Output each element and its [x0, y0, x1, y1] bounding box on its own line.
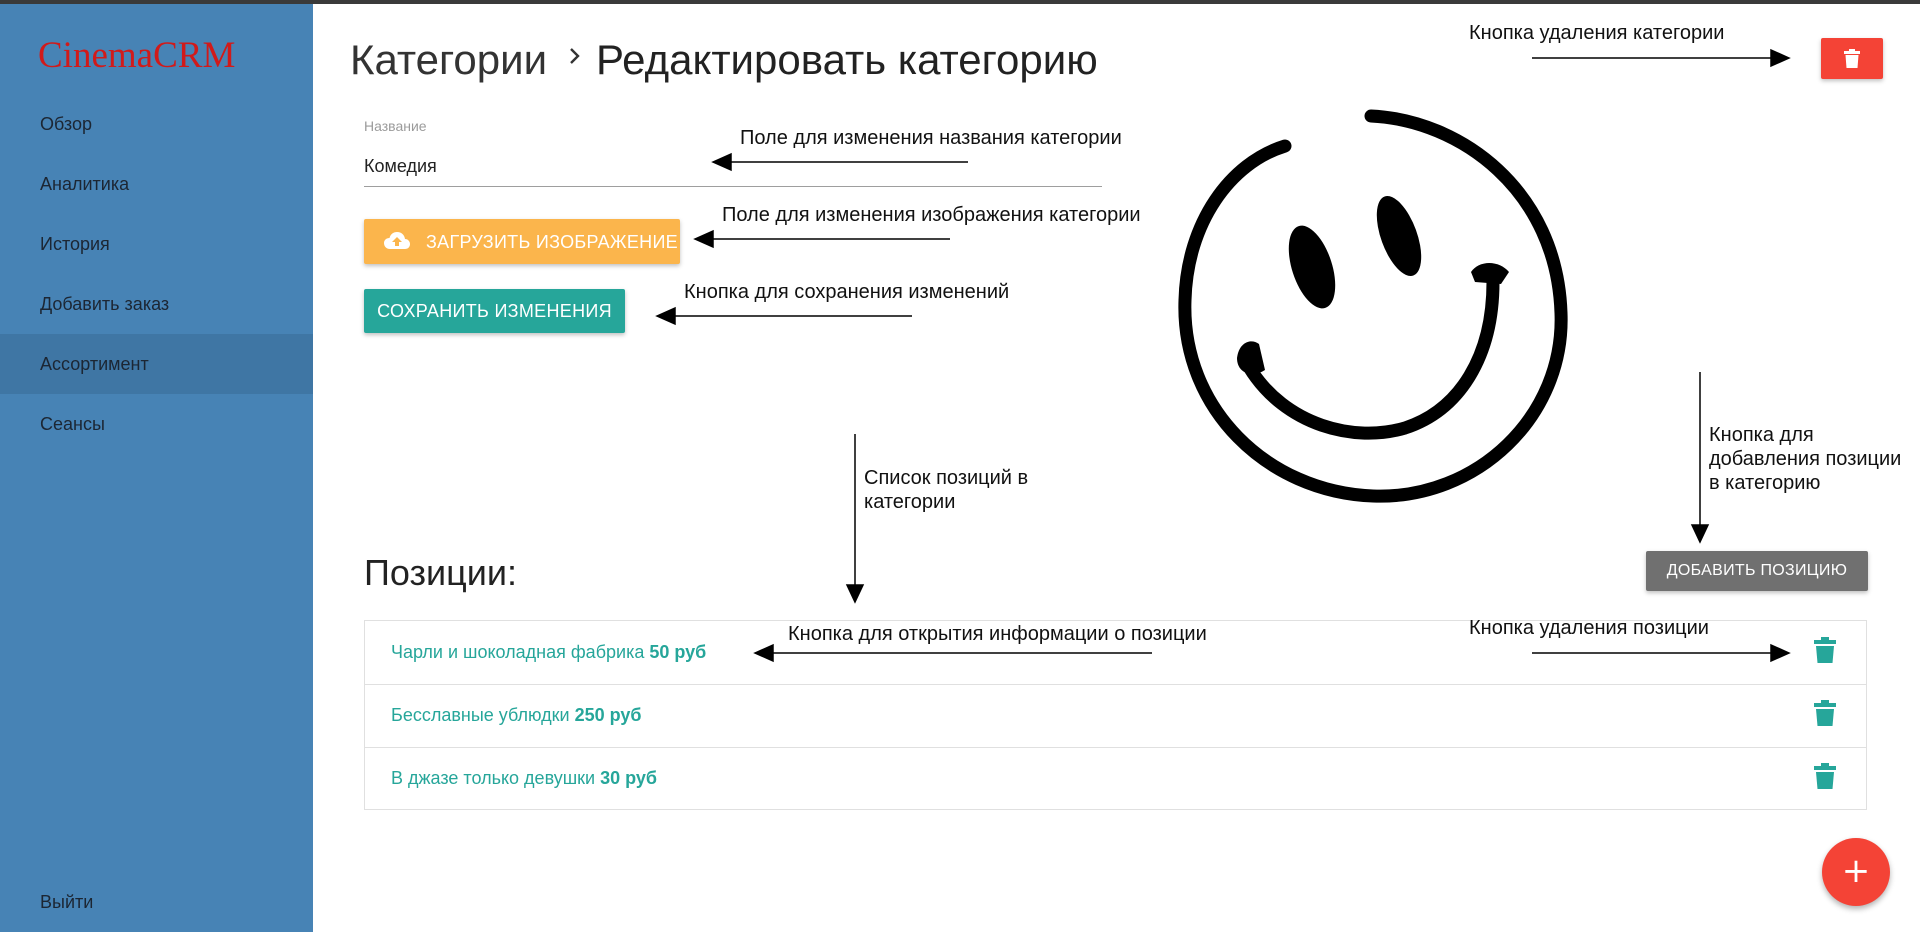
category-image — [1178, 109, 1568, 503]
chevron-right-icon — [570, 48, 580, 64]
position-name: Чарли и шоколадная фабрика — [391, 642, 645, 662]
position-link[interactable]: Чарли и шоколадная фабрика 50 руб — [391, 642, 706, 663]
sidebar-item-overview[interactable]: Обзор — [0, 94, 313, 154]
position-price: 30 руб — [600, 768, 658, 788]
logout-link[interactable]: Выйти — [40, 892, 93, 913]
positions-list: Чарли и шоколадная фабрика 50 руб Бессла… — [364, 620, 1867, 810]
annotation-delete-position: Кнопка удаления позиции — [1469, 617, 1709, 639]
positions-title: Позиции: — [364, 552, 517, 593]
position-price: 250 руб — [574, 705, 642, 725]
annotation-delete-category: Кнопка удаления категории — [1469, 22, 1725, 44]
position-name: В джазе только девушки — [391, 768, 596, 788]
delete-position-trash-icon[interactable] — [1814, 763, 1836, 789]
trash-icon — [1844, 49, 1860, 68]
annotation-add-position-line3: в категорию — [1709, 472, 1821, 494]
annotation-open-position: Кнопка для открытия информации о позиции — [788, 623, 1207, 645]
position-price: 50 руб — [649, 642, 707, 662]
delete-position-trash-icon[interactable] — [1814, 637, 1836, 663]
annotation-name-field: Поле для изменения названия категории — [740, 127, 1122, 149]
upload-image-button[interactable]: Загрузить изображение — [364, 219, 680, 264]
delete-category-button[interactable] — [1821, 38, 1883, 79]
upload-image-label: Загрузить изображение — [426, 232, 678, 252]
sidebar: CinemaCRM Обзор Аналитика История Добави… — [0, 4, 313, 932]
category-name-input[interactable] — [364, 146, 1102, 187]
breadcrumb-categories[interactable]: Категории — [350, 36, 547, 84]
save-changes-button[interactable]: Сохранить изменения — [364, 289, 625, 333]
add-position-button[interactable]: Добавить позицию — [1646, 551, 1868, 591]
annotation-add-position-line2: добавления позиции — [1709, 448, 1902, 470]
name-field-label: Название — [364, 118, 427, 134]
annotation-add-position-line1: Кнопка для — [1709, 424, 1814, 446]
page-title: Редактировать категорию — [596, 36, 1098, 83]
position-link[interactable]: В джазе только девушки 30 руб — [391, 768, 657, 789]
list-item[interactable]: Бесславные ублюдки 250 руб — [365, 684, 1866, 748]
cloud-upload-icon — [384, 232, 410, 249]
sidebar-item-analytics[interactable]: Аналитика — [0, 154, 313, 214]
annotation-image-field: Поле для изменения изображения категории — [722, 204, 1141, 226]
sidebar-item-sessions[interactable]: Сеансы — [0, 394, 313, 454]
sidebar-item-assortment[interactable]: Ассортимент — [0, 334, 313, 394]
app-logo: CinemaCRM — [38, 35, 236, 76]
sidebar-item-history[interactable]: История — [0, 214, 313, 274]
delete-position-trash-icon[interactable] — [1814, 700, 1836, 726]
sidebar-item-add-order[interactable]: Добавить заказ — [0, 274, 313, 334]
annotation-positions-list-line1: Список позиций в — [864, 467, 1029, 489]
add-fab-button[interactable]: + — [1822, 838, 1890, 906]
list-item[interactable]: В джазе только девушки 30 руб — [365, 747, 1866, 810]
plus-icon: + — [1841, 851, 1871, 891]
annotation-positions-list-line2: категории — [864, 491, 956, 513]
position-link[interactable]: Бесславные ублюдки 250 руб — [391, 705, 641, 726]
position-name: Бесславные ублюдки — [391, 705, 570, 725]
annotation-save-button: Кнопка для сохранения изменений — [684, 281, 1010, 303]
